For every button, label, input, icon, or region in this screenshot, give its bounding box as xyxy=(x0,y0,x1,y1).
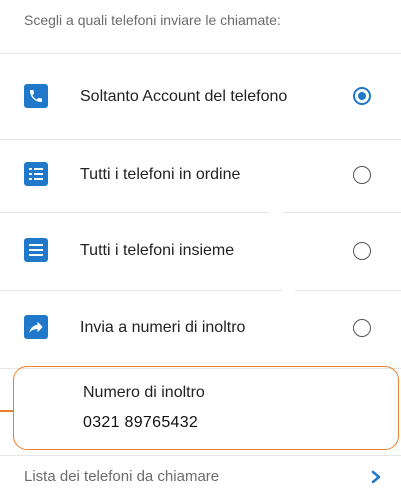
option-forward-numbers[interactable]: Invia a numeri di inoltro xyxy=(0,303,401,353)
radio-unselected[interactable] xyxy=(353,242,371,260)
forward-number-value[interactable]: 0321 89765432 xyxy=(83,414,198,432)
divider xyxy=(282,212,401,213)
option-label: Soltanto Account del telefono xyxy=(80,88,288,105)
option-label: Tutti i telefoni insieme xyxy=(80,242,235,259)
forward-number-label: Numero di inoltro xyxy=(83,384,205,401)
phone-list-link[interactable]: Lista dei telefoni da chiamare xyxy=(24,468,219,485)
divider xyxy=(295,290,401,291)
option-account-phone[interactable]: Soltanto Account del telefono xyxy=(0,72,401,122)
divider xyxy=(0,139,401,140)
radio-selected[interactable] xyxy=(353,87,371,105)
divider xyxy=(0,290,282,291)
forward-arrow-icon xyxy=(24,315,48,339)
list-icon xyxy=(24,238,48,262)
option-label: Tutti i telefoni in ordine xyxy=(80,166,241,183)
divider xyxy=(0,455,401,456)
divider xyxy=(0,53,401,54)
option-phones-in-order[interactable]: Tutti i telefoni in ordine xyxy=(0,150,401,200)
phone-icon xyxy=(24,84,48,108)
option-label: Invia a numeri di inoltro xyxy=(80,319,246,336)
chevron-right-icon[interactable] xyxy=(370,470,382,489)
callout-line xyxy=(0,410,13,412)
radio-unselected[interactable] xyxy=(353,166,371,184)
ordered-list-icon xyxy=(24,162,48,186)
divider xyxy=(0,212,270,213)
instruction-text: Scegli a quali telefoni inviare le chiam… xyxy=(24,12,281,28)
option-phones-together[interactable]: Tutti i telefoni insieme xyxy=(0,226,401,276)
radio-unselected[interactable] xyxy=(353,319,371,337)
forward-number-highlight xyxy=(13,366,399,450)
